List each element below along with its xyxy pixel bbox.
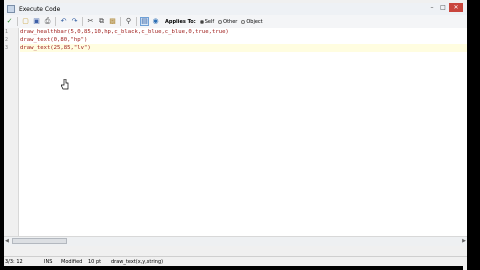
right-black-border: [467, 0, 480, 270]
code-text[interactable]: draw_healthbar(5,0,85,10,hp,c_black,c_bl…: [20, 28, 467, 52]
globe-icon[interactable]: ◉: [151, 17, 160, 26]
undo-icon[interactable]: ↶: [59, 17, 68, 26]
radio-object[interactable]: Object: [241, 19, 263, 25]
line-number: 2: [5, 37, 9, 43]
toolbar-separator: [82, 17, 83, 26]
search-icon[interactable]: ⚲: [124, 17, 133, 26]
modified-status: Modified: [61, 259, 83, 265]
insert-mode: INS: [44, 259, 53, 265]
scroll-right-icon[interactable]: ▶: [462, 237, 466, 246]
maximize-icon[interactable]: □: [438, 3, 448, 12]
close-icon[interactable]: ✕: [449, 3, 463, 12]
save-icon[interactable]: ▣: [32, 17, 41, 26]
applies-to-label: Applies To:: [165, 18, 196, 25]
app-icon: [7, 5, 15, 13]
minimize-icon[interactable]: –: [427, 3, 437, 12]
line-number-gutter: 1 2 3: [4, 28, 19, 236]
code-icon[interactable]: ▤: [140, 17, 149, 26]
line-number: 3: [5, 45, 9, 51]
font-size: 10 pt: [88, 259, 102, 265]
paste-icon[interactable]: ▩: [108, 17, 117, 26]
code-editor[interactable]: 1 2 3 draw_healthbar(5,0,85,10,hp,c_blac…: [4, 28, 467, 236]
radio-other[interactable]: Other: [218, 19, 237, 25]
code-line[interactable]: draw_healthbar(5,0,85,10,hp,c_black,c_bl…: [20, 28, 467, 36]
radio-dot-icon: [241, 19, 246, 24]
window-controls: – □ ✕: [427, 3, 463, 12]
check-icon[interactable]: ✓: [5, 17, 14, 26]
radio-dot-icon: [199, 19, 204, 24]
code-line[interactable]: draw_text(0,80,"hp"): [20, 36, 467, 44]
cursor-position: 3/3: 12: [5, 259, 23, 265]
open-icon[interactable]: ▢: [21, 17, 30, 26]
mouse-cursor-icon: [61, 79, 69, 90]
horizontal-scrollbar[interactable]: ◀ ▶: [4, 236, 467, 246]
toolbar: ✓ ▢ ▣ ⎙ ↶ ↷ ✂ ⧉ ▩ ⚲ ▤ ◉ Applies To: Self…: [4, 15, 467, 29]
bottom-black-border: [0, 266, 463, 270]
copy-icon[interactable]: ⧉: [97, 17, 106, 26]
cut-icon[interactable]: ✂: [86, 17, 95, 26]
toolbar-separator: [17, 17, 18, 26]
print-icon[interactable]: ⎙: [43, 17, 52, 26]
title-bar: Execute Code – □ ✕: [4, 3, 467, 15]
radio-dot-icon: [218, 19, 223, 24]
scroll-left-icon[interactable]: ◀: [5, 237, 9, 246]
applies-to-group: Applies To: Self Other Object: [165, 19, 263, 25]
redo-icon[interactable]: ↷: [70, 17, 79, 26]
toolbar-separator: [136, 17, 137, 26]
function-hint: draw_text(x,y,string): [111, 259, 164, 265]
toolbar-separator: [55, 17, 56, 26]
radio-self[interactable]: Self: [199, 19, 214, 25]
toolbar-separator: [120, 17, 121, 26]
scrollbar-thumb[interactable]: [12, 238, 67, 244]
window-title: Execute Code: [19, 5, 61, 13]
line-number: 1: [5, 29, 9, 35]
execute-code-window: Execute Code – □ ✕ ✓ ▢ ▣ ⎙ ↶ ↷ ✂ ⧉ ▩ ⚲ ▤…: [4, 0, 467, 270]
code-line-current[interactable]: draw_text(25,85,"lv"): [20, 44, 467, 52]
